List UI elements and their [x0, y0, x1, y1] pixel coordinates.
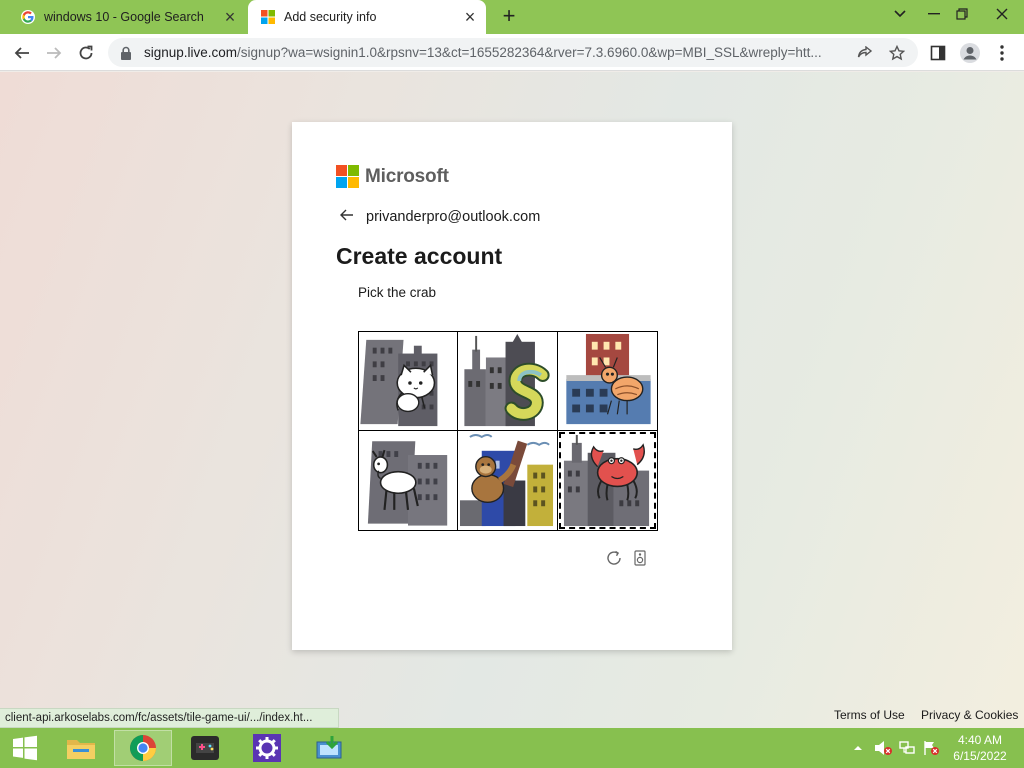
crab-building-illustration	[563, 434, 650, 527]
clock-date: 6/15/2022	[953, 749, 1007, 763]
cat-building-illustration	[360, 339, 438, 427]
windows-taskbar: 4:40 AM 6/15/2022	[0, 728, 1024, 768]
tab-google-search[interactable]: windows 10 - Google Search ×	[8, 0, 246, 34]
tab-title: Add security info	[284, 10, 377, 24]
page-title: Create account	[336, 243, 503, 269]
browser-toolbar: signup.live.com/signup?wa=wsignin1.0&rps…	[0, 34, 1024, 71]
captcha-tile-shrimp[interactable]	[558, 332, 657, 431]
captcha-tile-grid	[358, 331, 658, 531]
page-content: Microsoft privanderpro@outlook.com Creat…	[0, 72, 1024, 728]
brand-name: Microsoft	[365, 165, 449, 187]
refresh-puzzle-icon[interactable]	[604, 548, 624, 568]
link-status-bubble: client-api.arkoselabs.com/fc/assets/tile…	[0, 708, 339, 728]
close-tab-icon[interactable]: ×	[458, 5, 482, 29]
settings-taskbar-button[interactable]	[238, 730, 296, 766]
game-app-taskbar-button[interactable]	[176, 730, 234, 766]
microsoft-icon	[260, 9, 276, 25]
chrome-taskbar-button[interactable]	[114, 730, 172, 766]
new-tab-plus-icon[interactable]: +	[496, 5, 522, 29]
tab-title: windows 10 - Google Search	[44, 10, 204, 24]
download-installer-icon	[316, 736, 342, 759]
volume-muted-icon[interactable]	[872, 728, 894, 768]
chrome-icon	[130, 735, 156, 761]
captcha-tile-goat[interactable]	[359, 431, 458, 530]
captcha-instruction: Pick the crab	[358, 285, 437, 300]
captcha-tile-crab[interactable]	[558, 431, 657, 530]
url-path: /signup?wa=wsignin1.0&rpsnv=13&ct=165528…	[237, 45, 822, 60]
back-to-email[interactable]: privanderpro@outlook.com	[340, 209, 540, 225]
signup-card: Microsoft privanderpro@outlook.com Creat…	[292, 122, 732, 650]
gamepad-icon	[191, 736, 219, 760]
microsoft-logo: Microsoft	[336, 165, 449, 188]
file-explorer-taskbar-button[interactable]	[52, 730, 110, 766]
back-arrow-icon[interactable]	[340, 209, 356, 225]
goat-building-illustration	[367, 441, 448, 526]
share-icon[interactable]	[854, 42, 876, 64]
lock-icon[interactable]	[120, 46, 134, 60]
show-hidden-icons-chevron-icon[interactable]	[850, 728, 866, 768]
microsoft-logo-icon	[336, 165, 359, 188]
reload-icon[interactable]	[72, 39, 100, 67]
windows-logo-icon	[13, 735, 37, 761]
terms-of-use-link[interactable]: Terms of Use	[834, 708, 905, 722]
back-arrow-icon[interactable]	[8, 39, 36, 67]
audio-challenge-icon[interactable]	[630, 548, 650, 568]
bookmark-star-icon[interactable]	[886, 42, 908, 64]
tab-add-security-info[interactable]: Add security info ×	[248, 0, 486, 34]
gear-icon	[253, 734, 281, 762]
privacy-cookies-link[interactable]: Privacy & Cookies	[921, 708, 1018, 722]
snake-building-illustration	[464, 333, 550, 427]
tab-search-chevron-icon[interactable]	[882, 0, 918, 28]
close-window-icon[interactable]	[980, 0, 1024, 28]
clock-time: 4:40 AM	[957, 733, 1003, 747]
forward-arrow-icon[interactable]	[40, 39, 68, 67]
profile-avatar-icon[interactable]	[956, 39, 984, 67]
captcha-tile-cat[interactable]	[359, 332, 458, 431]
google-icon	[20, 9, 36, 25]
captcha-tile-monkey[interactable]	[458, 431, 558, 530]
captcha-tile-snake[interactable]	[458, 332, 558, 431]
monkey-building-illustration	[459, 433, 554, 527]
url-host: signup.live.com	[144, 45, 238, 60]
network-icon[interactable]	[896, 728, 918, 768]
menu-kebab-icon[interactable]	[988, 39, 1016, 67]
browser-tabstrip: windows 10 - Google Search × Add securit…	[0, 0, 1024, 34]
folder-icon	[67, 740, 95, 759]
side-panel-icon[interactable]	[924, 39, 952, 67]
action-center-flag-icon[interactable]	[920, 728, 942, 768]
restore-icon[interactable]	[944, 0, 980, 28]
account-email: privanderpro@outlook.com	[366, 209, 541, 225]
installer-taskbar-button[interactable]	[300, 730, 358, 766]
start-button[interactable]	[0, 728, 50, 768]
shrimp-building-illustration	[566, 333, 651, 425]
address-bar[interactable]: signup.live.com/signup?wa=wsignin1.0&rps…	[108, 38, 918, 67]
taskbar-clock[interactable]: 4:40 AM 6/15/2022	[940, 732, 1020, 764]
address-url: signup.live.com/signup?wa=wsignin1.0&rps…	[144, 45, 849, 60]
close-tab-icon[interactable]: ×	[218, 5, 242, 29]
